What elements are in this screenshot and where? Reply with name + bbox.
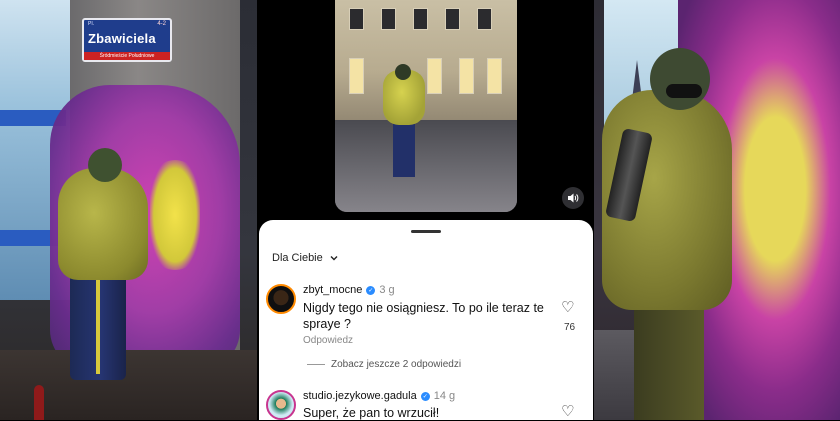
comment-username[interactable]: studio.jezykowe.gadula [303,390,417,402]
video-sidewalk [335,120,517,212]
comment-text: Nigdy tego nie osiągniesz. To po ile ter… [303,301,544,331]
avatar[interactable] [266,284,296,314]
window [477,8,492,30]
video-person-head [395,64,411,80]
heart-icon[interactable]: ♡ [561,298,574,316]
video-person-legs [393,122,415,177]
lit-window [349,58,364,94]
lit-window [487,58,502,94]
comment-header: studio.jezykowe.gadula ✓ 14 g [303,390,455,402]
comment-time: 3 g [379,284,395,296]
comments-filter[interactable]: Dla Ciebie [272,252,339,264]
street-sign: PI. 4-2 Zbawiciela Śródmieście Południow… [82,18,172,62]
speaker-icon[interactable] [562,187,584,209]
trouser-stripe [96,276,100,374]
bollard [34,385,44,420]
video-building [335,0,517,120]
window [445,8,460,30]
person-jacket [58,168,148,280]
graffiti-yellow-shape [150,160,200,270]
comments-sheet: Dla Ciebie zbyt_mocne ✓ 3 g Nigdy tego n… [259,220,593,420]
left-photo: PI. 4-2 Zbawiciela Śródmieście Południow… [0,0,257,420]
comment-text: Super, że pan to wrzucił! [303,406,440,420]
filter-label: Dla Ciebie [272,252,323,264]
comment-username[interactable]: zbyt_mocne [303,284,362,296]
street-sign-name: Zbawiciela [88,31,156,46]
view-more-replies-label: Zobacz jeszcze 2 odpowiedzi [331,359,462,370]
avatar[interactable] [266,390,296,420]
street-sign-subtitle: Śródmieście Południowe [84,52,170,60]
window [413,8,428,30]
verified-badge-icon: ✓ [366,285,376,295]
video-player[interactable] [335,0,517,212]
sheet-grabber[interactable] [411,230,441,233]
person-beanie [88,148,122,182]
window [349,8,364,30]
heart-icon[interactable]: ♡ [561,402,574,420]
verified-badge-icon: ✓ [420,391,430,401]
divider-line [307,364,325,365]
reply-button[interactable]: Odpowiedz [303,335,353,346]
right-photo [594,0,840,420]
person-legs [634,300,704,420]
comment-time: 14 g [433,390,456,402]
person-goggles [666,84,702,98]
person-beanie [650,48,710,110]
view-more-replies[interactable]: Zobacz jeszcze 2 odpowiedzi [307,359,461,370]
street-sign-number: 4-2 [157,21,166,27]
street-sign-prefix: PI. [88,21,95,27]
lit-window [427,58,442,94]
comment-header: zbyt_mocne ✓ 3 g [303,284,395,296]
window [381,8,396,30]
chevron-down-icon [330,256,338,261]
like-count: 76 [564,322,576,333]
lit-window [459,58,474,94]
